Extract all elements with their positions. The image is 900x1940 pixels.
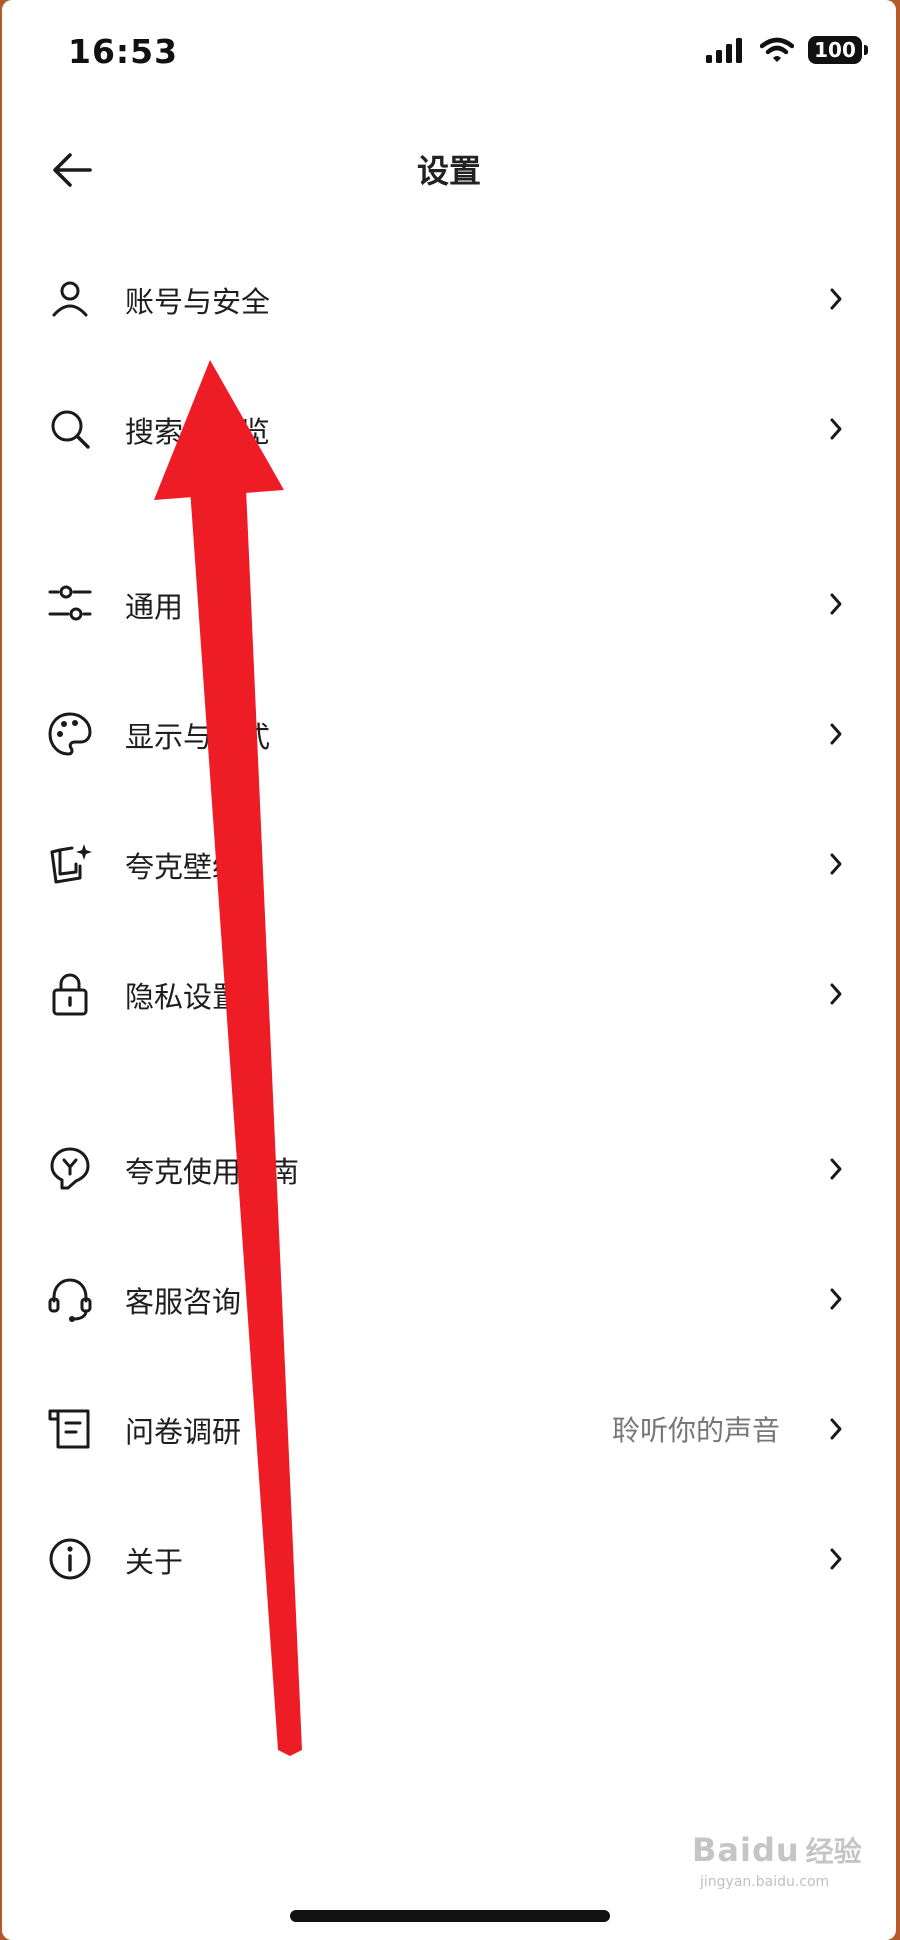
settings-item-hint: 聆听你的声音 bbox=[611, 1414, 780, 1447]
chevron-right-icon bbox=[830, 983, 842, 1005]
sliders-icon bbox=[48, 585, 92, 621]
watermark-cn: 经验 bbox=[805, 1835, 862, 1868]
status-bar: 16:53 100 bbox=[2, 0, 896, 110]
watermark-brand: Baidu bbox=[692, 1831, 800, 1869]
wifi-icon bbox=[760, 37, 794, 62]
nav-bar: 设置 bbox=[2, 120, 896, 220]
search-icon bbox=[51, 410, 90, 449]
settings-item-account-security[interactable]: 账号与安全 bbox=[2, 244, 896, 354]
settings-item-usage-guide[interactable]: 夸克使用指南 bbox=[2, 1114, 896, 1224]
home-indicator[interactable] bbox=[290, 1910, 610, 1922]
chevron-right-icon bbox=[830, 723, 842, 745]
chevron-right-icon bbox=[830, 1548, 842, 1570]
settings-item-about[interactable]: 关于 bbox=[2, 1504, 896, 1614]
battery-icon: 100 bbox=[808, 36, 868, 64]
signal-icon bbox=[706, 38, 742, 63]
user-icon bbox=[52, 281, 88, 317]
settings-item-survey[interactable]: 问卷调研 聆听你的声音 bbox=[2, 1374, 896, 1484]
battery-level: 100 bbox=[814, 38, 856, 62]
settings-item-label: 问卷调研 bbox=[125, 1415, 242, 1449]
survey-icon bbox=[48, 1409, 90, 1449]
chevron-right-icon bbox=[830, 1418, 842, 1440]
headset-icon bbox=[48, 1278, 92, 1322]
settings-item-label: 通用 bbox=[125, 590, 184, 624]
settings-item-label: 隐私设置 bbox=[125, 980, 242, 1014]
page-title: 设置 bbox=[416, 152, 481, 190]
palette-icon bbox=[48, 712, 92, 756]
chevron-right-icon bbox=[830, 418, 842, 440]
settings-item-label: 账号与安全 bbox=[125, 285, 271, 319]
watermark-url: jingyan.baidu.com bbox=[700, 1874, 830, 1890]
settings-item-label: 夸克壁纸 bbox=[125, 850, 242, 884]
info-icon bbox=[49, 1538, 91, 1580]
settings-item-search-browse[interactable]: 搜索与浏览 bbox=[2, 374, 896, 484]
settings-item-display-style[interactable]: 显示与样式 bbox=[2, 679, 896, 789]
settings-item-privacy[interactable]: 隐私设置 bbox=[2, 939, 896, 1049]
settings-item-general[interactable]: 通用 bbox=[2, 549, 896, 659]
status-time: 16:53 bbox=[68, 32, 179, 71]
wallpaper-icon bbox=[50, 844, 92, 884]
chevron-right-icon bbox=[830, 1158, 842, 1180]
chevron-right-icon bbox=[830, 853, 842, 875]
settings-item-customer-service[interactable]: 客服咨询 bbox=[2, 1244, 896, 1354]
settings-item-label: 夸克使用指南 bbox=[125, 1155, 300, 1189]
chevron-right-icon bbox=[830, 593, 842, 615]
settings-item-label: 显示与样式 bbox=[125, 720, 271, 754]
chevron-right-icon bbox=[830, 1288, 842, 1310]
settings-screen: 16:53 100 设置 账号与安全 搜索与浏览 通用 显示与样式 夸克壁纸 隐… bbox=[2, 0, 896, 1940]
lock-icon bbox=[52, 973, 88, 1016]
settings-item-label: 关于 bbox=[125, 1545, 184, 1579]
settings-item-label: 客服咨询 bbox=[125, 1285, 242, 1319]
lightbulb-icon bbox=[50, 1147, 90, 1190]
status-icons: 100 bbox=[706, 36, 868, 64]
baidu-jingyan-watermark: Baidu 经验 bbox=[692, 1830, 862, 1870]
settings-item-label: 搜索与浏览 bbox=[125, 415, 271, 449]
chevron-right-icon bbox=[830, 288, 842, 310]
settings-item-quark-wallpaper[interactable]: 夸克壁纸 bbox=[2, 809, 896, 919]
